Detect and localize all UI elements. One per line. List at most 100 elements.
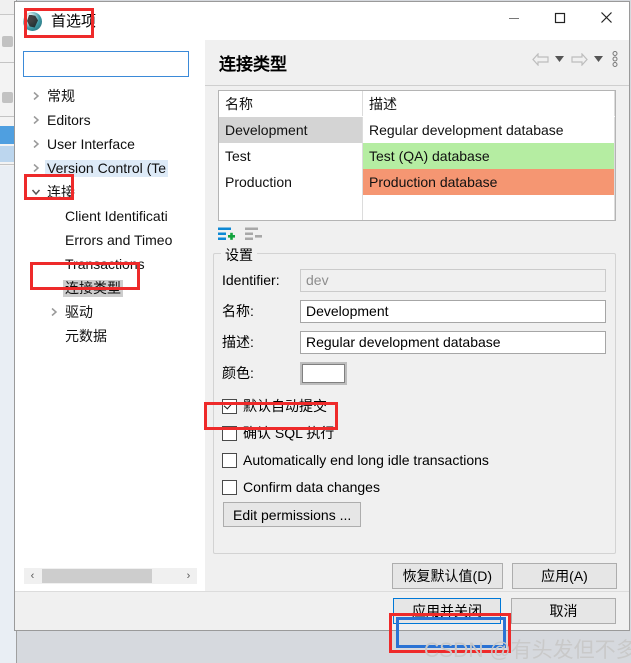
identifier-field[interactable] — [300, 268, 606, 292]
color-label: 颜色: — [222, 365, 254, 381]
chevron-right-icon[interactable] — [27, 84, 45, 108]
sidebar-item-label: 驱动 — [65, 303, 93, 320]
window-title: 首选项 — [51, 12, 97, 30]
add-row-icon[interactable] — [218, 227, 235, 243]
confirm-sql-label: 确认 SQL 执行 — [243, 425, 335, 441]
sidebar-item-connections[interactable]: 连接 — [15, 180, 204, 204]
confirm-data-changes-label: Confirm data changes — [243, 479, 380, 495]
forward-arrow-icon[interactable] — [569, 49, 589, 69]
field-row-identifier: Identifier: — [222, 268, 606, 292]
chevron-right-icon[interactable] — [27, 132, 45, 156]
maximize-button[interactable] — [537, 2, 583, 33]
scroll-right-arrow-icon[interactable]: › — [180, 568, 197, 584]
close-button[interactable] — [583, 2, 629, 33]
sidebar-item-transactions[interactable]: Transactions — [15, 252, 204, 276]
sidebar-item-label: User Interface — [47, 135, 135, 152]
view-menu-icon[interactable] — [608, 49, 621, 69]
dialog-body: 常规 Editors User Interface Version Contro… — [15, 40, 629, 593]
sidebar-item-general[interactable]: 常规 — [15, 84, 204, 108]
sidebar-item-label: 元数据 — [65, 327, 107, 344]
name-field[interactable] — [300, 299, 606, 323]
cell-name[interactable]: Test — [219, 143, 363, 169]
sidebar-item-drivers[interactable]: 驱动 — [15, 300, 204, 324]
sidebar-item-label: Errors and Timeo — [65, 231, 173, 248]
restore-defaults-button[interactable]: 恢复默认值(D) — [391, 563, 503, 589]
column-header-description[interactable]: 描述 — [362, 91, 615, 117]
dialog-footer: 应用并关闭 取消 — [15, 591, 629, 630]
name-label: 名称: — [222, 303, 254, 319]
sidebar-item-label: Editors — [47, 111, 91, 128]
auto-commit-checkbox[interactable] — [222, 398, 237, 414]
table-row[interactable]: Test Test (QA) database — [219, 143, 615, 169]
remove-row-icon[interactable] — [245, 227, 262, 243]
chevron-down-icon[interactable] — [27, 180, 45, 204]
sidebar-item-client-identification[interactable]: Client Identificati — [15, 204, 204, 228]
checkbox-row-end-idle-transactions[interactable]: Automatically end long idle transactions — [222, 449, 489, 471]
column-header-name[interactable]: 名称 — [219, 91, 363, 117]
confirm-sql-checkbox[interactable] — [222, 425, 237, 441]
sidebar-item-label: 连接 — [47, 183, 75, 200]
sidebar-item-user-interface[interactable]: User Interface — [15, 132, 204, 156]
sidebar-item-connection-types[interactable]: 连接类型 — [15, 276, 204, 300]
sidebar-item-metadata[interactable]: 元数据 — [15, 324, 204, 348]
edit-permissions-button[interactable]: Edit permissions ... — [223, 502, 362, 527]
scroll-left-arrow-icon[interactable]: ‹ — [24, 568, 41, 584]
settings-group-title: 设置 — [221, 245, 257, 265]
minimize-button[interactable] — [491, 2, 537, 33]
description-label: 描述: — [222, 334, 254, 350]
tree-horizontal-scrollbar[interactable]: ‹ › — [24, 568, 197, 584]
color-swatch-preview — [302, 363, 345, 383]
sidebar-item-label: Client Identificati — [65, 207, 168, 224]
confirm-data-changes-checkbox[interactable] — [222, 479, 237, 495]
checkbox-row-confirm-sql[interactable]: 确认 SQL 执行 — [222, 422, 334, 444]
end-idle-transactions-checkbox[interactable] — [222, 452, 237, 468]
cell-empty — [362, 195, 615, 220]
back-dropdown-icon[interactable] — [553, 49, 566, 69]
cell-description[interactable]: Production database — [362, 169, 615, 195]
checkbox-row-confirm-data-changes[interactable]: Confirm data changes — [222, 476, 380, 498]
end-idle-transactions-label: Automatically end long idle transactions — [243, 452, 489, 468]
cell-name[interactable]: Production — [219, 169, 363, 195]
preferences-tree-pane: 常规 Editors User Interface Version Contro… — [15, 40, 204, 593]
back-arrow-icon[interactable] — [530, 49, 550, 69]
apply-button[interactable]: 应用(A) — [512, 563, 617, 589]
table-header-row: 名称 描述 — [219, 91, 615, 117]
preferences-content-pane: 连接类型 名称 描述 Development Regular developme… — [205, 40, 629, 593]
table-toolbar — [218, 227, 262, 243]
page-header: 连接类型 — [205, 40, 629, 86]
sidebar-item-label: Transactions — [65, 255, 145, 272]
cell-description[interactable]: Test (QA) database — [362, 143, 615, 169]
search-input[interactable] — [23, 51, 189, 77]
screenshot-root: 首选项 常规 Editors User Interface Version Co… — [0, 0, 631, 663]
forward-dropdown-icon[interactable] — [592, 49, 605, 69]
description-field[interactable] — [300, 330, 606, 354]
table-row[interactable]: Development Regular development database — [219, 116, 615, 143]
preferences-tree: 常规 Editors User Interface Version Contro… — [15, 84, 204, 552]
sidebar-item-editors[interactable]: Editors — [15, 108, 204, 132]
page-title: 连接类型 — [219, 55, 287, 74]
identifier-label: Identifier: — [222, 272, 280, 288]
settings-group: 设置 Identifier: 名称: 描述: — [213, 245, 616, 554]
checkbox-row-auto-commit[interactable]: 默认自动提交 — [222, 395, 327, 417]
sidebar-item-label: Version Control (Te — [45, 159, 169, 177]
table-row[interactable]: Production Production database — [219, 169, 615, 195]
chevron-right-icon[interactable] — [27, 108, 45, 132]
page-header-toolbar — [530, 49, 621, 69]
scrollbar-thumb[interactable] — [42, 569, 152, 583]
cell-empty — [219, 195, 363, 220]
apply-and-close-button[interactable]: 应用并关闭 — [393, 598, 501, 624]
cell-name[interactable]: Development — [219, 116, 363, 143]
window-controls — [491, 2, 629, 40]
table-row-empty — [219, 195, 615, 220]
field-row-name: 名称: — [222, 299, 606, 323]
cell-description[interactable]: Regular development database — [362, 116, 615, 143]
chevron-right-icon[interactable] — [45, 300, 63, 324]
background-icon-1 — [2, 36, 13, 47]
sidebar-item-version-control[interactable]: Version Control (Te — [15, 156, 204, 180]
color-picker-button[interactable] — [300, 361, 347, 385]
cancel-button[interactable]: 取消 — [511, 598, 616, 624]
chevron-right-icon[interactable] — [27, 156, 45, 180]
dialog-titlebar: 首选项 — [15, 2, 629, 40]
connection-types-table[interactable]: 名称 描述 Development Regular development da… — [218, 90, 616, 221]
sidebar-item-errors-and-timeouts[interactable]: Errors and Timeo — [15, 228, 204, 252]
